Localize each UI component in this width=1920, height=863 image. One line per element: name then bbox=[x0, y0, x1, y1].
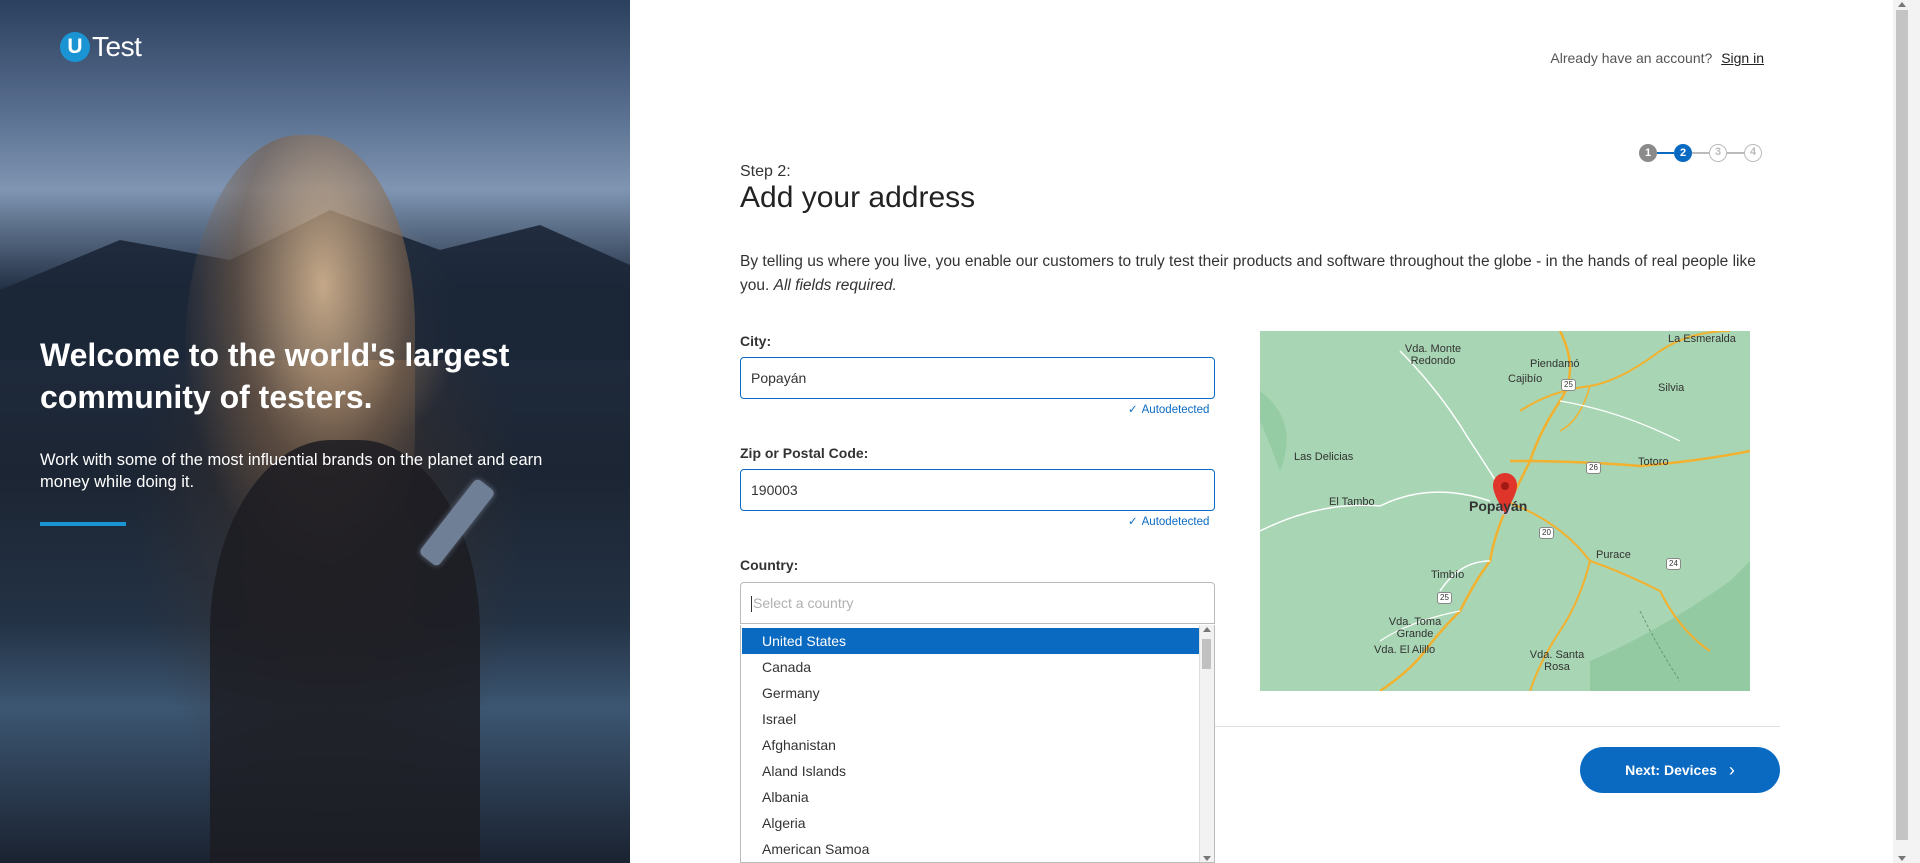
road-shield: 20 bbox=[1539, 527, 1554, 539]
footer-divider bbox=[1215, 726, 1780, 727]
zip-autodetected-label: Autodetected bbox=[1141, 516, 1210, 528]
map-place-label: Timbío bbox=[1431, 569, 1465, 581]
step-connector bbox=[1727, 152, 1744, 154]
scroll-down-icon[interactable] bbox=[1898, 856, 1906, 861]
chevron-right-icon: › bbox=[1728, 759, 1735, 780]
country-option[interactable]: Afghanistan bbox=[742, 732, 1200, 758]
required-note: All fields required. bbox=[773, 277, 897, 294]
city-input[interactable]: Popayán bbox=[740, 357, 1215, 399]
hero-accent-rule bbox=[40, 522, 126, 526]
utest-logo[interactable]: U Test bbox=[60, 31, 142, 63]
text-caret bbox=[751, 596, 752, 613]
logo-wordmark: Test bbox=[92, 31, 142, 62]
check-icon: ✓ bbox=[1128, 516, 1138, 528]
map-place-label: Totoro bbox=[1638, 456, 1669, 468]
next-devices-button[interactable]: Next: Devices › bbox=[1580, 747, 1780, 793]
road-shield: 24 bbox=[1666, 558, 1681, 570]
dropdown-scrollbar[interactable] bbox=[1199, 625, 1214, 862]
map-place-label: Purace bbox=[1596, 549, 1631, 561]
map-place-label: Vda. Santa Rosa bbox=[1529, 649, 1585, 673]
step-connector bbox=[1657, 152, 1674, 154]
road-shield: 26 bbox=[1586, 462, 1601, 474]
country-option[interactable]: Israel bbox=[742, 706, 1200, 732]
step-connector bbox=[1692, 152, 1709, 154]
sign-in-link[interactable]: Sign in bbox=[1721, 50, 1764, 66]
country-option[interactable]: Aland Islands bbox=[742, 758, 1200, 784]
hero-subtitle: Work with some of the most influential b… bbox=[40, 451, 543, 491]
next-button-label: Next: Devices bbox=[1625, 762, 1717, 778]
step-2-indicator: 2 bbox=[1674, 144, 1692, 162]
account-prompt-text: Already have an account? bbox=[1550, 50, 1713, 66]
country-option[interactable]: Germany bbox=[742, 680, 1200, 706]
step-4-indicator: 4 bbox=[1744, 144, 1762, 162]
country-dropdown-list[interactable]: United States Canada Germany Israel Afgh… bbox=[740, 625, 1215, 863]
person-body-image bbox=[210, 440, 480, 863]
scroll-thumb[interactable] bbox=[1202, 639, 1211, 669]
map-place-label: El Tambo bbox=[1329, 496, 1375, 508]
map-place-label: Las Delicias bbox=[1294, 451, 1354, 463]
check-icon: ✓ bbox=[1128, 404, 1138, 416]
zip-input[interactable]: 190003 bbox=[740, 469, 1215, 511]
map-place-label: La Esmeralda bbox=[1668, 333, 1736, 345]
country-option[interactable]: Albania bbox=[742, 784, 1200, 810]
map-place-label: Vda. Toma Grande bbox=[1388, 616, 1442, 640]
country-option[interactable]: Algeria bbox=[742, 810, 1200, 836]
progress-stepper: 1 2 3 4 bbox=[1639, 144, 1762, 162]
intro-text: By telling us where you live, you enable… bbox=[740, 250, 1760, 298]
hero-panel: U Test Welcome to the world's largest co… bbox=[0, 0, 630, 863]
step-label: Step 2: bbox=[740, 163, 791, 180]
scroll-down-icon[interactable] bbox=[1203, 856, 1211, 861]
country-option[interactable]: American Samoa bbox=[742, 836, 1200, 862]
hero-title: Welcome to the world's largest community… bbox=[40, 337, 510, 415]
account-prompt: Already have an account? Sign in bbox=[1550, 50, 1764, 66]
step-3-indicator: 3 bbox=[1709, 144, 1727, 162]
map-place-label: Cajibío bbox=[1508, 373, 1543, 385]
map-place-label: Vda. Monte Redondo bbox=[1404, 343, 1462, 367]
country-option[interactable]: United States bbox=[742, 628, 1200, 654]
country-placeholder: Select a country bbox=[753, 595, 854, 611]
page-title: Add your address bbox=[740, 181, 976, 214]
scroll-up-icon[interactable] bbox=[1898, 2, 1906, 7]
country-option[interactable]: Canada bbox=[742, 654, 1200, 680]
country-search-input[interactable]: Select a country bbox=[740, 582, 1215, 624]
map-place-label: Vda. El Alillo bbox=[1374, 644, 1436, 656]
page-scrollbar[interactable] bbox=[1893, 0, 1920, 863]
road-shield: 25 bbox=[1561, 379, 1576, 391]
road-shield: 25 bbox=[1437, 592, 1452, 604]
map-place-label: Silvia bbox=[1658, 382, 1685, 394]
location-map[interactable]: La Esmeralda Vda. Monte Redondo Piendamó… bbox=[1260, 331, 1750, 691]
zip-label: Zip or Postal Code: bbox=[740, 445, 869, 461]
country-label: Country: bbox=[740, 557, 799, 573]
logo-icon: U bbox=[60, 32, 90, 62]
city-label: City: bbox=[740, 333, 772, 349]
city-autodetected-label: Autodetected bbox=[1141, 404, 1210, 416]
map-place-label: Piendamó bbox=[1530, 358, 1580, 370]
page-scroll-thumb[interactable] bbox=[1896, 10, 1908, 840]
map-city-label: Popayán bbox=[1469, 498, 1528, 514]
zip-autodetected: ✓ Autodetected bbox=[1128, 514, 1209, 528]
scroll-up-icon[interactable] bbox=[1203, 627, 1211, 632]
step-1-indicator: 1 bbox=[1639, 144, 1657, 162]
city-autodetected: ✓ Autodetected bbox=[1128, 402, 1209, 416]
